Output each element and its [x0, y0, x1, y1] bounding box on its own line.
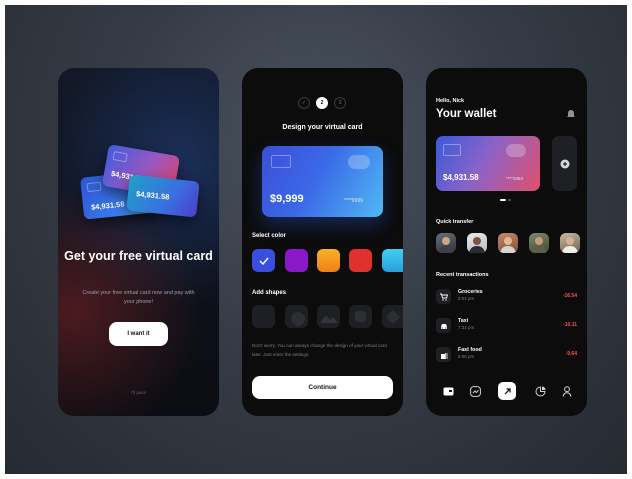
card-amount: $9,999: [270, 193, 304, 205]
card-amount: $4,931.58: [443, 173, 479, 182]
avatar[interactable]: [498, 233, 518, 253]
transaction-amount: -9.64: [565, 351, 577, 357]
transaction-row[interactable]: Fast food 5:05 pm -9.64: [436, 345, 577, 363]
food-icon: [436, 347, 451, 362]
person-icon: [469, 237, 485, 253]
mountain-icon: [320, 315, 338, 323]
transfer-icon[interactable]: [498, 382, 516, 400]
transaction-time: 5:05 pm: [458, 354, 475, 359]
card-logo-icon: [506, 144, 526, 157]
transaction-row[interactable]: Taxi 7:31 pm -10.11: [436, 316, 577, 334]
quick-transfer-label: Quick transfer: [436, 219, 474, 225]
card-number: ****3353: [506, 176, 524, 181]
color-swatch-cyan[interactable]: [382, 249, 403, 272]
person-icon: [500, 237, 516, 253]
transaction-time: 5:01 pm: [458, 296, 475, 301]
chip-icon: [271, 155, 291, 168]
person-icon: [438, 237, 454, 253]
card-amount: $4,931.58: [135, 189, 170, 202]
chip-icon: [112, 151, 128, 163]
color-swatch-red[interactable]: [349, 249, 372, 272]
transaction-name: Fast food: [458, 347, 482, 353]
card-amount: $4,931.58: [90, 199, 125, 212]
pie-icon[interactable]: [532, 383, 548, 399]
greeting: Hello, Nick: [436, 98, 465, 104]
transaction-time: 7:31 pm: [458, 325, 475, 330]
want-it-button[interactable]: I want it: [109, 322, 168, 346]
color-swatch-blue[interactable]: [252, 249, 275, 272]
recent-transactions-label: Recent transactions: [436, 272, 489, 278]
design-card-screen: ✓ 2 3 Design your virtual card $9,999 **…: [242, 68, 403, 416]
continue-button[interactable]: Continue: [252, 376, 393, 399]
transaction-amount: -10.11: [563, 322, 577, 328]
wallet-screen: Hello, Nick Your wallet $4,931.58 ****33…: [426, 68, 587, 416]
add-card-button[interactable]: [552, 136, 577, 191]
design-note: Don't worry. You can always change the d…: [252, 343, 387, 357]
virtual-card-preview: $9,999 ****9999: [262, 146, 383, 217]
onboarding-subtitle: Create your free virtual card now and pa…: [82, 290, 195, 305]
chip-icon: [86, 181, 102, 193]
shape-option-2[interactable]: [285, 305, 308, 328]
pager-dot-active: [500, 199, 506, 201]
shape-option-1[interactable]: [252, 305, 275, 328]
transaction-amount: -16.54: [562, 293, 577, 299]
shape-option-3[interactable]: [317, 305, 340, 328]
chip-icon: [443, 144, 461, 156]
onboarding-screen: $4,931.58 $4,931.58 $4,931.58 Get your f…: [58, 68, 219, 416]
profile-icon[interactable]: [559, 383, 575, 399]
add-shapes-label: Add shapes: [252, 290, 287, 296]
chart-icon[interactable]: [467, 383, 483, 399]
avatar[interactable]: [436, 233, 456, 253]
pager-dot: [508, 199, 511, 201]
check-icon: [259, 257, 269, 265]
wallet-card[interactable]: $4,931.58 ****3353: [436, 136, 540, 191]
shape-option-4[interactable]: [349, 305, 372, 328]
transaction-row[interactable]: Groceries 5:01 pm -16.54: [436, 287, 577, 305]
card-logo-icon: [348, 155, 370, 169]
diamond-icon: [386, 310, 400, 324]
cart-icon: [436, 289, 451, 304]
transaction-name: Groceries: [458, 289, 483, 295]
shape-option-5[interactable]: [382, 305, 403, 328]
onboarding-title: Get your free virtual card: [64, 249, 213, 263]
card-front: $4,931.58: [126, 174, 200, 218]
bell-icon[interactable]: [566, 109, 576, 119]
skip-link[interactable]: I'll pass: [58, 390, 219, 395]
transaction-name: Taxi: [458, 318, 469, 324]
color-swatch-orange[interactable]: [317, 249, 340, 272]
step-1-indicator[interactable]: ✓: [298, 97, 310, 109]
avatar[interactable]: [467, 233, 487, 253]
avatar[interactable]: [529, 233, 549, 253]
select-color-label: Select color: [252, 233, 287, 239]
blob-icon: [291, 312, 305, 326]
color-swatch-purple[interactable]: [285, 249, 308, 272]
step-2-indicator[interactable]: 2: [316, 97, 328, 109]
card-icon[interactable]: [440, 383, 456, 399]
plus-icon: [560, 159, 569, 168]
card-number: ****9999: [344, 198, 363, 204]
design-title: Design your virtual card: [282, 124, 363, 131]
wallet-title: Your wallet: [436, 108, 497, 120]
person-icon: [562, 237, 578, 253]
avatar[interactable]: [560, 233, 580, 253]
square-icon: [355, 311, 366, 322]
car-icon: [436, 318, 451, 333]
person-icon: [531, 237, 547, 253]
step-3-indicator[interactable]: 3: [334, 97, 346, 109]
